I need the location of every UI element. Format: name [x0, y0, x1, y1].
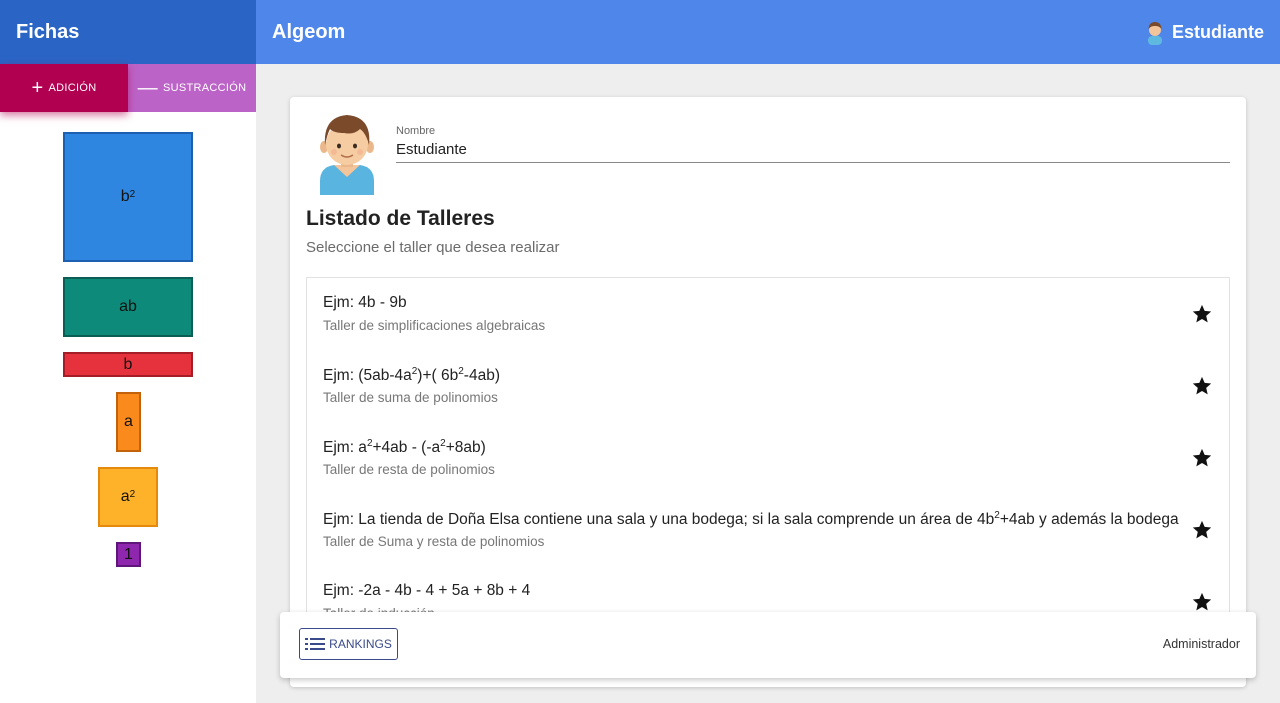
workshop-description: Taller de resta de polinomios: [323, 462, 495, 477]
user-menu[interactable]: Estudiante: [1144, 0, 1264, 64]
tile-label: ab: [119, 298, 137, 315]
user-avatar-icon: [1147, 22, 1162, 45]
tab-addition[interactable]: + ADICIÓN: [0, 64, 128, 112]
tile-label: b: [120, 188, 130, 205]
workshop-list: Ejm: 4b - 9b Taller de simplificaciones …: [306, 277, 1230, 622]
workshop-example: Ejm: 4b - 9b: [323, 294, 407, 311]
workshop-example: Ejm: a2+4ab - (-a2+8ab): [323, 438, 486, 457]
list-item[interactable]: Ejm: La tienda de Doña Elsa contiene una…: [307, 494, 1229, 566]
admin-link[interactable]: Administrador: [1163, 637, 1240, 651]
sidebar: Fichas + ADICIÓN — SUSTRACCIÓN b2 ab b a…: [0, 0, 256, 703]
app-title: Algeom: [272, 20, 346, 43]
workshop-description: Taller de simplificaciones algebraicas: [323, 318, 546, 333]
rankings-button[interactable]: RANKINGS: [299, 628, 398, 660]
tile-label: b: [123, 355, 133, 373]
tile-ab[interactable]: ab: [63, 277, 193, 337]
star-icon[interactable]: [1191, 375, 1213, 397]
name-field: Nombre Estudiante: [396, 125, 1230, 163]
avatar: [316, 111, 378, 200]
list-item[interactable]: Ejm: a2+4ab - (-a2+8ab) Taller de resta …: [307, 422, 1229, 494]
tile-label: a: [120, 488, 130, 505]
workshop-example: Ejm: La tienda de Doña Elsa contiene una…: [323, 510, 1179, 529]
workshop-list-title: Listado de Talleres: [306, 207, 495, 230]
bottom-action-bar: RANKINGS Administrador: [280, 612, 1256, 678]
list-icon: [305, 638, 326, 650]
list-item[interactable]: Ejm: 4b - 9b Taller de simplificaciones …: [307, 278, 1229, 350]
name-input[interactable]: Estudiante: [396, 141, 1230, 163]
plus-icon: +: [31, 77, 44, 99]
operation-tabs: + ADICIÓN — SUSTRACCIÓN: [0, 64, 256, 112]
top-app-bar: Algeom Estudiante: [256, 0, 1280, 64]
minus-icon: —: [137, 77, 158, 99]
list-item[interactable]: Ejm: (5ab-4a2)+( 6b2-4ab) Taller de suma…: [307, 350, 1229, 422]
workshop-card: Nombre Estudiante Listado de Talleres Se…: [290, 97, 1246, 687]
name-label: Nombre: [396, 125, 436, 137]
sidebar-title: Fichas: [0, 0, 256, 64]
tab-subtraction[interactable]: — SUSTRACCIÓN: [128, 64, 256, 112]
star-icon[interactable]: [1191, 447, 1213, 469]
tile-label: 1: [124, 545, 133, 563]
rankings-label: RANKINGS: [329, 637, 392, 651]
workshop-description: Taller de suma de polinomios: [323, 390, 498, 405]
tile-b[interactable]: b: [63, 352, 193, 377]
tile-exponent: 2: [129, 488, 136, 500]
tile-b-squared[interactable]: b2: [63, 132, 193, 262]
tab-addition-label: ADICIÓN: [48, 82, 97, 94]
star-icon[interactable]: [1191, 591, 1213, 613]
workshop-example: Ejm: (5ab-4a2)+( 6b2-4ab): [323, 366, 500, 385]
workshop-example: Ejm: -2a - 4b - 4 + 5a + 8b + 4: [323, 582, 531, 599]
tab-subtraction-label: SUSTRACCIÓN: [162, 82, 247, 94]
star-icon[interactable]: [1191, 519, 1213, 541]
tile-a-squared[interactable]: a2: [98, 467, 158, 527]
workshop-description: Taller de Suma y resta de polinomios: [323, 534, 545, 549]
workshop-list-subtitle: Seleccione el taller que desea realizar: [306, 239, 560, 256]
user-name: Estudiante: [1171, 21, 1264, 42]
tile-unit[interactable]: 1: [116, 542, 141, 567]
star-icon[interactable]: [1191, 303, 1213, 325]
tile-exponent: 2: [129, 188, 136, 200]
tile-a[interactable]: a: [116, 392, 141, 452]
tile-label: a: [124, 413, 133, 430]
student-avatar-icon: [320, 115, 374, 195]
